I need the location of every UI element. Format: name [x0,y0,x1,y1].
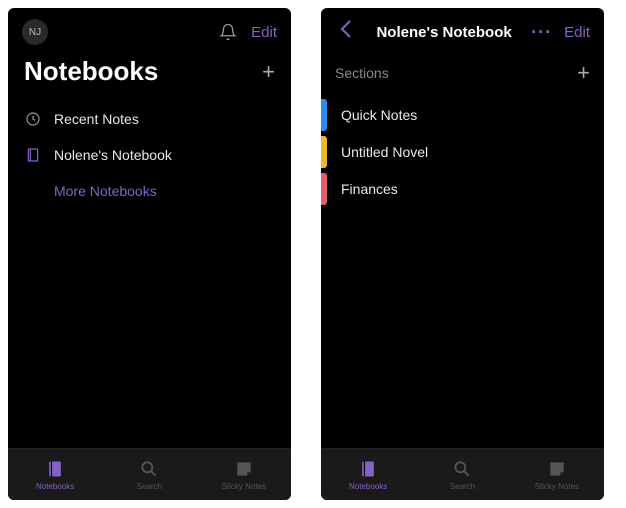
edit-button[interactable]: Edit [564,24,590,41]
list-item-label: Recent Notes [54,111,139,127]
nav-label: Notebooks [36,482,74,491]
nav-notebooks[interactable]: Notebooks [321,449,415,500]
add-section-icon[interactable]: + [577,60,590,86]
more-notebooks-link[interactable]: More Notebooks [8,173,291,209]
section-label: Finances [341,181,398,197]
nav-label: Search [137,482,162,491]
nav-search[interactable]: Search [102,449,196,500]
sections-label: Sections [335,65,577,81]
section-color-tab [321,136,327,168]
nav-sticky-notes[interactable]: Sticky Notes [197,449,291,500]
nav-label: Sticky Notes [535,482,579,491]
section-label: Quick Notes [341,107,417,123]
edit-button[interactable]: Edit [251,24,277,41]
top-bar: Nolene's Notebook ··· Edit [321,8,604,52]
screen-title: Nolene's Notebook [357,24,531,41]
notebooks-list: Recent Notes Nolene's Notebook More Note… [8,101,291,448]
notebook-icon [24,147,42,163]
more-icon[interactable]: ··· [531,22,552,43]
add-notebook-icon[interactable]: + [262,59,275,85]
bottom-nav: Notebooks Search Sticky Notes [8,448,291,500]
notebook-icon [45,459,65,479]
nav-label: Search [450,482,475,491]
sticky-note-icon [547,459,567,479]
section-color-tab [321,99,327,131]
list-item-label: Nolene's Notebook [54,147,172,163]
bottom-nav: Notebooks Search Sticky Notes [321,448,604,500]
page-title: Notebooks [24,56,262,87]
top-bar: NJ Edit [8,8,291,52]
nav-notebooks[interactable]: Notebooks [8,449,102,500]
clock-icon [24,111,42,127]
recent-notes-item[interactable]: Recent Notes [8,101,291,137]
nav-sticky-notes[interactable]: Sticky Notes [510,449,604,500]
section-item-untitled-novel[interactable]: Untitled Novel [321,133,604,170]
search-icon [452,459,472,479]
notebooks-screen: NJ Edit Notebooks + Recent Notes Nolene'… [8,8,291,500]
sections-header: Sections + [321,52,604,96]
notifications-icon[interactable] [219,23,237,41]
avatar[interactable]: NJ [22,19,48,45]
section-item-quick-notes[interactable]: Quick Notes [321,96,604,133]
nav-label: Notebooks [349,482,387,491]
notebook-item[interactable]: Nolene's Notebook [8,137,291,173]
page-header: Notebooks + [8,52,291,101]
sections-list: Quick Notes Untitled Novel Finances [321,96,604,448]
nav-label: Sticky Notes [222,482,266,491]
section-item-finances[interactable]: Finances [321,170,604,207]
back-button[interactable] [335,19,357,45]
nav-search[interactable]: Search [415,449,509,500]
notebook-sections-screen: Nolene's Notebook ··· Edit Sections + Qu… [321,8,604,500]
list-item-label: More Notebooks [54,183,157,199]
section-color-tab [321,173,327,205]
section-label: Untitled Novel [341,144,428,160]
sticky-note-icon [234,459,254,479]
notebook-icon [358,459,378,479]
search-icon [139,459,159,479]
